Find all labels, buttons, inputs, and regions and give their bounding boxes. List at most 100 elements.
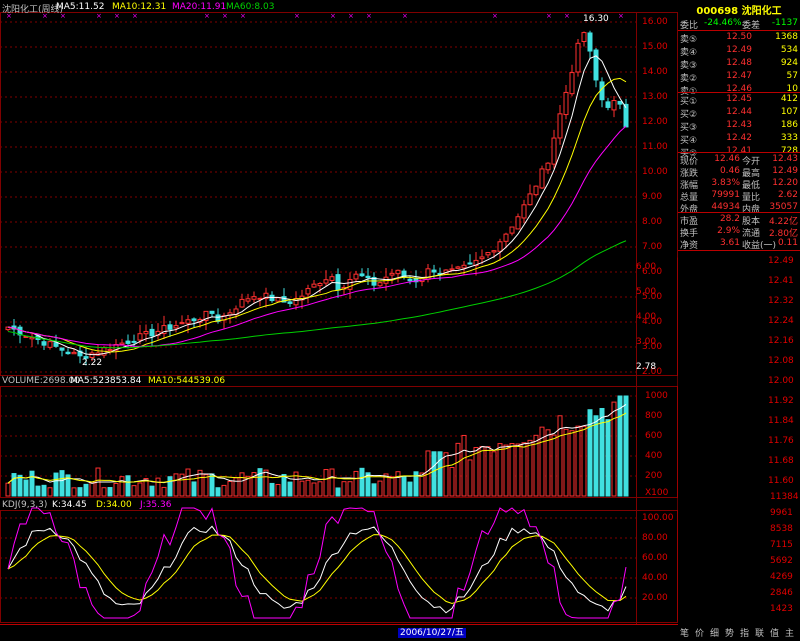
order-volume: 1368 — [775, 32, 798, 42]
signal-marker: × — [366, 12, 372, 20]
signal-marker: × — [294, 12, 300, 20]
candle-body — [329, 276, 335, 281]
order-price: 12.44 — [726, 107, 752, 117]
volume-bar — [89, 481, 95, 497]
volume-bar — [473, 447, 479, 497]
candle-body — [119, 342, 125, 345]
quote-sidebar: 000698 沈阳化工 委比 -24.46% 委差 -1137 12.49 12.… — [636, 0, 800, 640]
order-volume: 412 — [780, 94, 798, 104]
volume-bar — [59, 470, 65, 497]
volume-bar — [77, 487, 83, 497]
candle-body — [551, 137, 557, 165]
stat-row-v2: 12.43 — [772, 154, 798, 164]
sidebar-tab[interactable]: 联 — [755, 626, 764, 639]
candle-body — [461, 264, 467, 269]
price-axis-label: 9.00 — [642, 192, 663, 202]
volume-bar — [395, 471, 401, 497]
price-axis-label: 12.00 — [642, 117, 668, 127]
volume-bar — [305, 479, 311, 497]
candle-body — [65, 351, 71, 355]
sidebar-tab[interactable]: 指 — [740, 626, 749, 639]
candle-body — [557, 113, 563, 139]
candle-body — [593, 49, 599, 81]
price-axis-label: 16.00 — [642, 17, 668, 27]
volume-bar — [137, 482, 143, 497]
candle-body — [563, 91, 569, 116]
stat-row: 总量 79991 量比 2.62 — [678, 190, 800, 203]
sidebar-tab[interactable]: 值 — [770, 626, 779, 639]
candle-body — [407, 278, 413, 282]
order-volume: 534 — [780, 45, 798, 55]
order-level-label: 买③ — [680, 123, 698, 133]
order-volume: 333 — [780, 133, 798, 143]
candle-body — [623, 103, 629, 128]
stat-row-v1: 44934 — [711, 202, 740, 212]
order-price: 12.49 — [726, 45, 752, 55]
intraday-volume-label: 9961 — [770, 508, 793, 518]
volume-bar — [611, 401, 617, 497]
intraday-volume-label: 7115 — [770, 540, 793, 550]
volume-bar — [5, 482, 11, 497]
candle-body — [491, 250, 497, 253]
fund-row: 净资 3.61 收益(一) 0.11 — [678, 238, 800, 251]
intraday-volume-label: 1423 — [770, 604, 793, 614]
price-axis-label: 11.00 — [642, 142, 668, 152]
candle-body — [107, 349, 113, 352]
candle-body — [515, 216, 521, 230]
volume-panel-header: VOLUME:2698.00 MA5:523853.84 MA10:544539… — [0, 376, 640, 387]
candle-body — [359, 273, 365, 277]
ma10-legend: MA10:12.31 — [112, 2, 167, 12]
volume-bar — [347, 481, 353, 497]
intraday-axis-label: 11.84 — [768, 416, 794, 426]
kdj-k-legend: K:34.45 — [52, 500, 87, 510]
candle-body — [467, 262, 473, 265]
volume-bar — [353, 470, 359, 497]
intraday-volume-label: 2846 — [770, 588, 793, 598]
intraday-volume-label: 11384 — [770, 492, 799, 502]
sidebar-tab[interactable]: 细 — [710, 626, 719, 639]
intraday-axis-label: 11.76 — [768, 436, 794, 446]
volume-ma10-line — [7, 412, 627, 484]
volume-bar — [275, 483, 281, 497]
sidebar-divider — [678, 92, 800, 93]
order-volume: 107 — [780, 107, 798, 117]
intraday-axis-label: 11.60 — [768, 476, 794, 486]
low-marker-label: 2.22 — [82, 358, 103, 368]
kdj-panel-header: KDJ(9,3,3) K:34.45 D:34.00 J:35.36 — [0, 500, 640, 511]
candle-body — [305, 288, 311, 295]
left-axis-label: 3.00 — [636, 337, 657, 347]
stat-row-v1: 79991 — [711, 190, 740, 200]
sidebar-tab[interactable]: 笔 — [680, 626, 689, 639]
ask-row: 卖② 12.47 57 — [678, 71, 800, 84]
stat-row-v2: 2.62 — [777, 190, 798, 200]
candle-body — [395, 269, 401, 275]
stat-row-v1: 12.46 — [714, 154, 740, 164]
candle-body — [617, 100, 623, 105]
volume-bar — [233, 477, 239, 497]
signal-marker: × — [492, 12, 498, 20]
signal-marker: × — [564, 12, 570, 20]
volume-bar — [311, 482, 317, 497]
candle-body — [503, 233, 509, 242]
candle-body — [53, 342, 59, 347]
sidebar-tab[interactable]: 价 — [695, 626, 704, 639]
sidebar-tab[interactable]: 势 — [725, 626, 734, 639]
cursor-date-label: 2006/10/27/五 — [398, 628, 466, 638]
volume-bar — [581, 425, 587, 497]
volume-bar — [149, 485, 155, 497]
left-axis-label: 2.78 — [636, 362, 657, 372]
sidebar-divider — [678, 250, 800, 251]
volume-bar — [299, 480, 305, 497]
volume-axis-label: 800 — [645, 411, 663, 421]
volume-bar — [83, 483, 89, 497]
sidebar-tab[interactable]: 主 — [785, 626, 794, 639]
volume-bar — [377, 480, 383, 497]
signal-marker: × — [240, 12, 246, 20]
candle-body — [545, 162, 551, 171]
date-scrollbar[interactable]: 2006/10/27/五 — [0, 624, 678, 641]
volume-bar — [101, 487, 107, 497]
candle-body — [611, 100, 617, 111]
signal-marker: × — [114, 12, 120, 20]
order-level-label: 买① — [680, 97, 698, 107]
intraday-volume-label: 4269 — [770, 572, 793, 582]
